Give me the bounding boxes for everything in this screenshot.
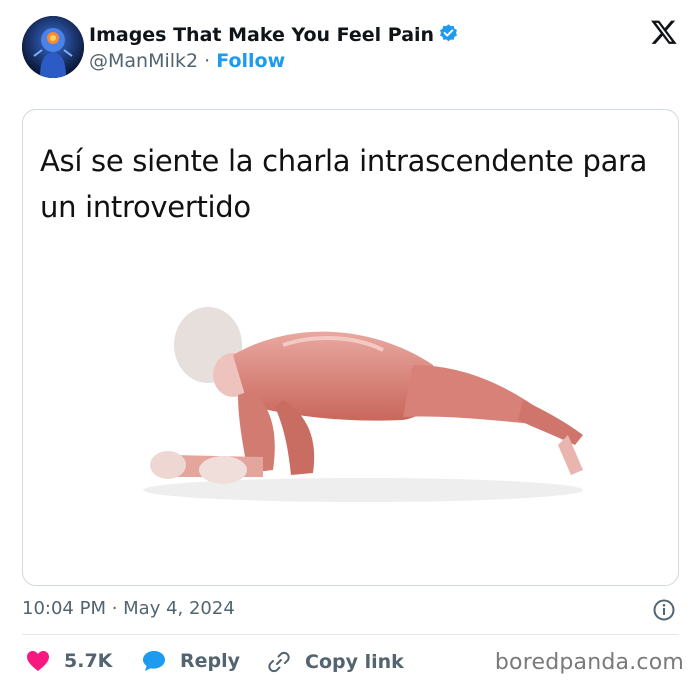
reply-bubble-icon — [143, 651, 165, 671]
follow-button[interactable]: Follow — [216, 50, 285, 72]
author-display-name[interactable]: Images That Make You Feel Pain — [89, 24, 434, 46]
watermark: boredpanda.com — [494, 650, 684, 675]
media-card[interactable]: Así se siente la charla intrascendente p… — [22, 109, 679, 586]
heart-icon — [27, 651, 49, 671]
avatar[interactable] — [22, 16, 84, 78]
reply-label: Reply — [180, 650, 241, 672]
post-header: Images That Make You Feel Pain @ManMilk2… — [22, 16, 682, 78]
post-timestamp[interactable]: 10:04 PM · May 4, 2024 — [22, 598, 235, 619]
separator-dot: · — [204, 50, 211, 72]
like-count: 5.7K — [64, 650, 113, 672]
link-icon — [268, 651, 290, 673]
post-caption: Así se siente la charla intrascendente p… — [40, 144, 648, 224]
avatar-image — [22, 16, 84, 78]
info-icon[interactable] — [652, 598, 676, 622]
author-handle[interactable]: @ManMilk2 — [89, 50, 198, 72]
copy-link-button[interactable]: Copy link — [267, 650, 404, 674]
anatomy-plank-figure — [143, 307, 583, 502]
author-name[interactable]: Images That Make You Feel Pain — [89, 23, 459, 49]
like-button[interactable]: 5.7K — [26, 650, 112, 672]
reply-button[interactable]: Reply — [142, 650, 240, 672]
copy-link-label: Copy link — [305, 651, 404, 673]
verified-badge-icon — [438, 23, 459, 49]
author-handle-row: @ManMilk2 · Follow — [89, 50, 285, 72]
x-logo-icon[interactable] — [650, 18, 678, 46]
divider — [22, 634, 679, 635]
